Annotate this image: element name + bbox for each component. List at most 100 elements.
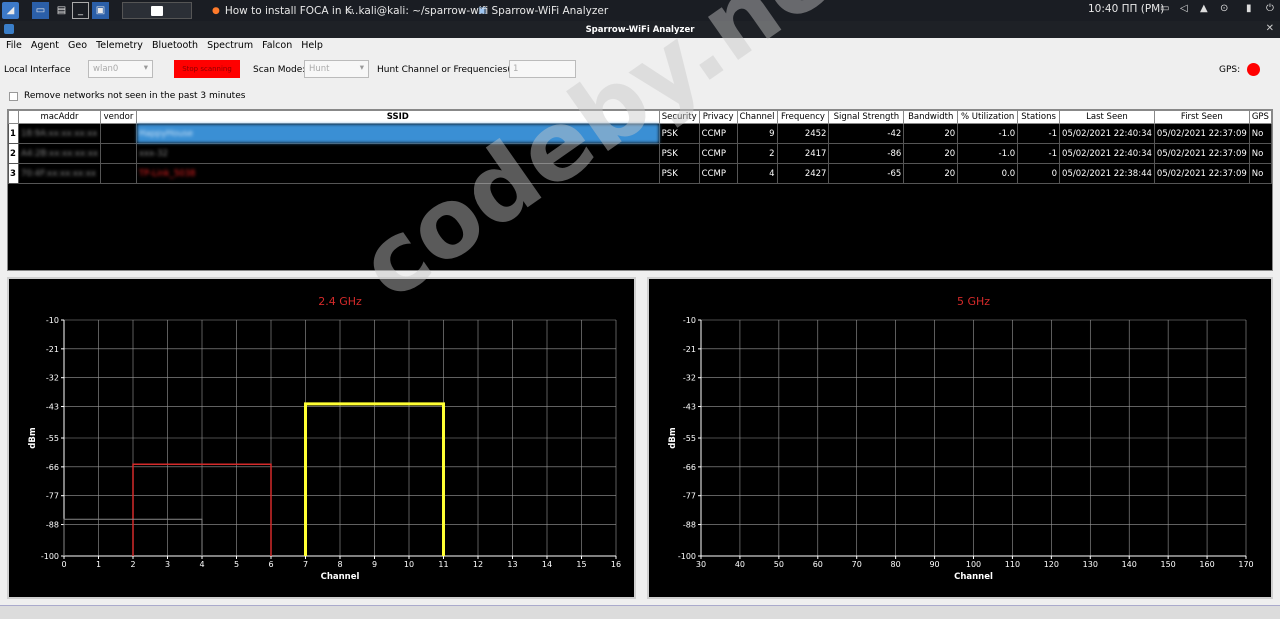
remove-networks-checkbox[interactable] xyxy=(9,91,18,101)
terminal-icon[interactable]: _ xyxy=(72,2,89,19)
local-interface-label: Local Interface xyxy=(4,65,71,75)
menubar: File Agent Geo Telemetry Bluetooth Spect… xyxy=(0,38,1280,53)
desktop-icon[interactable]: ▭ xyxy=(32,2,49,19)
gps-cell: No xyxy=(1248,123,1272,144)
firefox-icon: ● xyxy=(212,5,220,16)
column-header[interactable]: Last Seen xyxy=(1059,110,1155,124)
x-tick-label: 120 xyxy=(1044,560,1059,569)
scan-button[interactable]: Stop scanning xyxy=(174,60,240,78)
row-number: 2 xyxy=(8,143,19,164)
column-header[interactable]: GPS xyxy=(1248,110,1272,124)
x-tick-label: 0 xyxy=(61,560,66,569)
menu-telemetry[interactable]: Telemetry xyxy=(96,40,143,51)
column-header[interactable]: SSID xyxy=(135,110,660,124)
menu-geo[interactable]: Geo xyxy=(68,40,87,51)
app-icon xyxy=(4,24,14,34)
utilization-cell: 0.0 xyxy=(957,163,1019,184)
column-header[interactable]: macAddr xyxy=(17,110,102,124)
column-header[interactable]: % Utilization xyxy=(957,110,1019,124)
menu-falcon[interactable]: Falcon xyxy=(262,40,292,51)
x-tick-label: 150 xyxy=(1161,560,1176,569)
notification-icon[interactable]: ▲ xyxy=(1200,3,1208,14)
x-tick-label: 100 xyxy=(966,560,981,569)
folder-icon[interactable]: ▤ xyxy=(53,2,70,19)
task-firefox[interactable]: ● How to install FOCA in K... xyxy=(212,2,362,19)
security-cell: PSK xyxy=(658,143,700,164)
power-icon[interactable]: ⏻ xyxy=(1266,3,1274,14)
menu-file[interactable]: File xyxy=(6,40,22,51)
stations-cell: 0 xyxy=(1017,163,1061,184)
interface-select[interactable]: wlan0 xyxy=(88,60,153,78)
scan-mode-select[interactable]: Hunt xyxy=(304,60,369,78)
menu-help[interactable]: Help xyxy=(301,40,323,51)
x-tick-label: 80 xyxy=(891,560,901,569)
app-window: File Agent Geo Telemetry Bluetooth Spect… xyxy=(0,38,1280,619)
workspace-switcher[interactable] xyxy=(122,2,192,19)
toolbar: Local Interface wlan0 Stop scanning Scan… xyxy=(0,56,1280,82)
lock-icon[interactable]: ▮ xyxy=(1246,3,1252,14)
y-tick-label: -55 xyxy=(46,434,59,443)
sparrow-task-icon: ▣ xyxy=(478,5,487,16)
networks-grid: macAddr vendor SSID Security Privacy Cha… xyxy=(8,110,1272,184)
gps-cell: No xyxy=(1248,143,1272,164)
column-header[interactable]: Signal Strength xyxy=(828,110,905,124)
task-sparrow[interactable]: ▣ Sparrow-WiFi Analyzer xyxy=(478,2,608,19)
column-header[interactable]: Frequency xyxy=(776,110,830,124)
y-tick-label: -77 xyxy=(46,492,59,501)
table-row[interactable]: 1 18:9A:xx:xx:xx:xx HappyHouse PSK CCMP … xyxy=(8,123,1272,144)
x-tick-label: 6 xyxy=(268,560,273,569)
ssid-cell: TP-Link_5038 xyxy=(135,163,660,184)
utilization-cell: -1.0 xyxy=(957,123,1019,144)
volume-icon[interactable]: ◁ xyxy=(1180,3,1188,14)
status-bar xyxy=(0,605,1280,619)
column-header[interactable]: Privacy xyxy=(698,110,738,124)
y-tick-label: -21 xyxy=(46,345,59,354)
browser-launcher-icon[interactable]: ▣ xyxy=(92,2,109,19)
x-tick-label: 7 xyxy=(303,560,308,569)
x-tick-label: 50 xyxy=(774,560,784,569)
plot-2-4ghz: 2.4 GHz 0 1 2 3 4 5 6 7 8 9 10 11 12 13 14 15 16 -10 -21 -32… xyxy=(7,277,636,599)
column-header[interactable]: Stations xyxy=(1017,110,1061,124)
chart-5ghz: 5 GHz 30 40 50 60 70 80 90 100 110 120 130 140 150 160… xyxy=(668,295,1254,582)
gps-cell: No xyxy=(1248,163,1272,184)
y-tick-label: -66 xyxy=(683,463,696,472)
security-cell: PSK xyxy=(658,163,700,184)
x-tick-label: 30 xyxy=(696,560,706,569)
clock[interactable]: 10:40 ПП (PM) xyxy=(1088,3,1164,15)
remove-networks-option: Remove networks not seen in the past 3 m… xyxy=(0,89,245,103)
mac-cell: A4:2B:xx:xx:xx:xx xyxy=(17,143,102,164)
x-tick-label: 2 xyxy=(130,560,135,569)
column-header[interactable]: First Seen xyxy=(1153,110,1250,124)
security-cell: PSK xyxy=(658,123,700,144)
x-tick-label: 140 xyxy=(1122,560,1137,569)
task-terminal[interactable]: ▭ kali@kali: ~/sparrow-wifi xyxy=(345,2,488,19)
stations-cell: -1 xyxy=(1017,143,1061,164)
table-row[interactable]: 3 70:4F:xx:xx:xx:xx TP-Link_5038 PSK CCM… xyxy=(8,163,1272,184)
column-header[interactable]: vendor xyxy=(100,110,137,124)
column-header[interactable]: Security xyxy=(658,110,700,124)
y-tick-label: -43 xyxy=(683,403,696,412)
table-row[interactable]: 2 A4:2B:xx:xx:xx:xx xxx-32 PSK CCMP 2 24… xyxy=(8,143,1272,164)
hunt-label: Hunt Channel or Frequencies(s): xyxy=(377,65,523,75)
hunt-frequency-input[interactable]: 1 xyxy=(509,60,576,78)
bandwidth-cell: 20 xyxy=(903,143,959,164)
menu-bluetooth[interactable]: Bluetooth xyxy=(152,40,198,51)
menu-spectrum[interactable]: Spectrum xyxy=(207,40,253,51)
screen-icon[interactable]: ▭ xyxy=(1160,3,1169,14)
vendor-cell xyxy=(100,123,137,144)
network-icon[interactable]: ⊙ xyxy=(1220,3,1228,14)
x-tick-label: 15 xyxy=(576,560,586,569)
channel-cell: 4 xyxy=(736,163,778,184)
column-header[interactable]: Bandwidth xyxy=(903,110,959,124)
menu-agent[interactable]: Agent xyxy=(31,40,59,51)
x-tick-label: 8 xyxy=(337,560,342,569)
close-icon[interactable]: ✕ xyxy=(1266,23,1274,34)
x-tick-label: 10 xyxy=(404,560,414,569)
y-tick-label: -10 xyxy=(46,316,59,325)
first-seen-cell: 05/02/2021 22:37:09 xyxy=(1153,123,1250,144)
remove-networks-label: Remove networks not seen in the past 3 m… xyxy=(24,91,246,101)
kali-menu-icon[interactable]: ◢ xyxy=(2,2,19,19)
bandwidth-cell: 20 xyxy=(903,163,959,184)
column-header[interactable]: Channel xyxy=(736,110,778,124)
y-axis-label: dBm xyxy=(668,427,678,449)
